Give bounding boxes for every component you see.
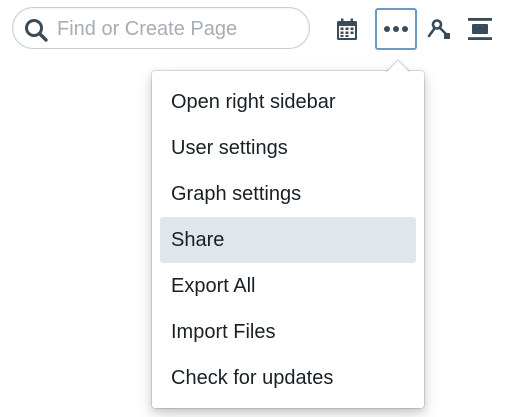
graph-overview-button[interactable] [418,8,460,50]
more-menu: Open right sidebar User settings Graph s… [152,71,424,409]
search-input[interactable] [57,14,297,44]
more-menu-popover: Open right sidebar User settings Graph s… [152,71,424,408]
sidebar-icon [468,18,492,40]
search-icon [25,19,48,42]
calendar-icon [337,18,357,40]
menu-item-share[interactable]: Share [160,217,416,263]
more-button[interactable] [375,8,417,50]
popover-caret [386,59,410,72]
menu-item-user-settings[interactable]: User settings [160,125,416,171]
daily-notes-button[interactable] [326,8,368,50]
graph-icon [427,19,450,39]
more-horizontal-icon [384,26,408,32]
menu-item-open-right-sidebar[interactable]: Open right sidebar [160,79,416,125]
search-box[interactable] [12,7,310,49]
menu-item-import-files[interactable]: Import Files [160,309,416,355]
menu-item-check-for-updates[interactable]: Check for updates [160,355,416,401]
top-bar [0,0,519,60]
menu-item-graph-settings[interactable]: Graph settings [160,171,416,217]
right-sidebar-button[interactable] [459,8,501,50]
menu-item-export-all[interactable]: Export All [160,263,416,309]
